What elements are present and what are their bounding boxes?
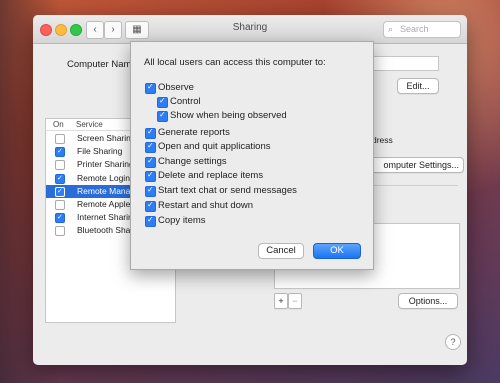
service-name: Bluetooth Shar: [77, 225, 134, 236]
search-field[interactable]: ⌕ Search: [383, 21, 461, 38]
remote-management-sheet: All local users can access this computer…: [130, 41, 374, 270]
service-checkbox[interactable]: [55, 134, 65, 144]
service-name: Internet Sharin: [77, 212, 133, 223]
plus-icon: +: [278, 296, 284, 306]
open-quit-label: Open and quit applications: [158, 141, 271, 152]
computer-settings-button[interactable]: omputer Settings...: [364, 157, 464, 173]
checkmark-icon: [145, 170, 156, 182]
column-on-header: On: [53, 120, 64, 129]
help-button[interactable]: ?: [445, 334, 461, 350]
checkmark-icon: [157, 110, 168, 122]
service-name: Remote Manag: [77, 185, 136, 196]
forward-button[interactable]: ›: [104, 21, 122, 39]
checkmark-icon: [145, 215, 156, 227]
checkmark-icon: [145, 185, 156, 197]
service-checkbox[interactable]: [55, 147, 65, 158]
show-all-button[interactable]: ▦: [125, 21, 149, 39]
service-checkbox[interactable]: [55, 160, 65, 171]
control-label: Control: [170, 96, 201, 107]
checkmark-icon: [145, 200, 156, 212]
service-checkbox[interactable]: [55, 226, 65, 237]
service-checkbox[interactable]: [55, 213, 65, 224]
edit-button[interactable]: Edit...: [397, 78, 439, 94]
delete-replace-label: Delete and replace items: [158, 170, 264, 181]
service-name: Screen Sharing: [77, 133, 136, 143]
title-bar: ‹ › ▦ Sharing ⌕ Search: [33, 15, 467, 44]
service-name: Remote Login: [77, 172, 130, 183]
checkmark-icon: [145, 141, 156, 153]
window-title: Sharing: [232, 22, 268, 33]
generate-reports-label: Generate reports: [158, 127, 230, 138]
close-window-button[interactable]: [40, 24, 52, 36]
remove-user-button[interactable]: −: [288, 293, 302, 309]
restart-shutdown-label: Restart and shut down: [158, 200, 254, 211]
minus-icon: −: [292, 296, 298, 306]
cancel-button[interactable]: Cancel: [258, 243, 304, 259]
checkmark-icon: [157, 96, 168, 108]
text-chat-label: Start text chat or send messages: [158, 185, 297, 196]
service-checkbox[interactable]: [55, 173, 65, 184]
question-icon: ?: [450, 337, 456, 347]
checkmark-icon: [145, 127, 156, 139]
search-placeholder: Search: [400, 24, 429, 34]
observe-label: Observe: [158, 82, 194, 93]
chevron-left-icon: ‹: [93, 24, 97, 35]
zoom-window-button[interactable]: [70, 24, 82, 36]
checkmark-icon: [145, 82, 156, 94]
column-service-header: Service: [76, 120, 103, 129]
computer-name-label: Computer Name: [67, 59, 137, 70]
ok-button[interactable]: OK: [313, 243, 361, 259]
chevron-right-icon: ›: [111, 24, 115, 35]
service-name: File Sharing: [77, 146, 123, 157]
search-icon: ⌕: [388, 24, 394, 34]
grid-icon: ▦: [132, 24, 142, 35]
options-button[interactable]: Options...: [398, 293, 458, 309]
address-label: dress: [372, 135, 393, 145]
show-observed-label: Show when being observed: [170, 110, 287, 121]
copy-items-label: Copy items: [158, 215, 206, 226]
service-checkbox[interactable]: [55, 186, 65, 197]
add-user-button[interactable]: +: [274, 293, 288, 309]
checkmark-icon: [145, 156, 156, 168]
service-name: Printer Sharing: [77, 159, 134, 170]
computer-name-field[interactable]: [373, 56, 439, 71]
back-button[interactable]: ‹: [86, 21, 104, 39]
service-name: Remote Apple: [77, 199, 131, 209]
minimize-window-button[interactable]: [55, 24, 67, 36]
service-checkbox[interactable]: [55, 200, 65, 210]
sheet-heading: All local users can access this computer…: [144, 57, 326, 68]
change-settings-label: Change settings: [158, 156, 227, 167]
